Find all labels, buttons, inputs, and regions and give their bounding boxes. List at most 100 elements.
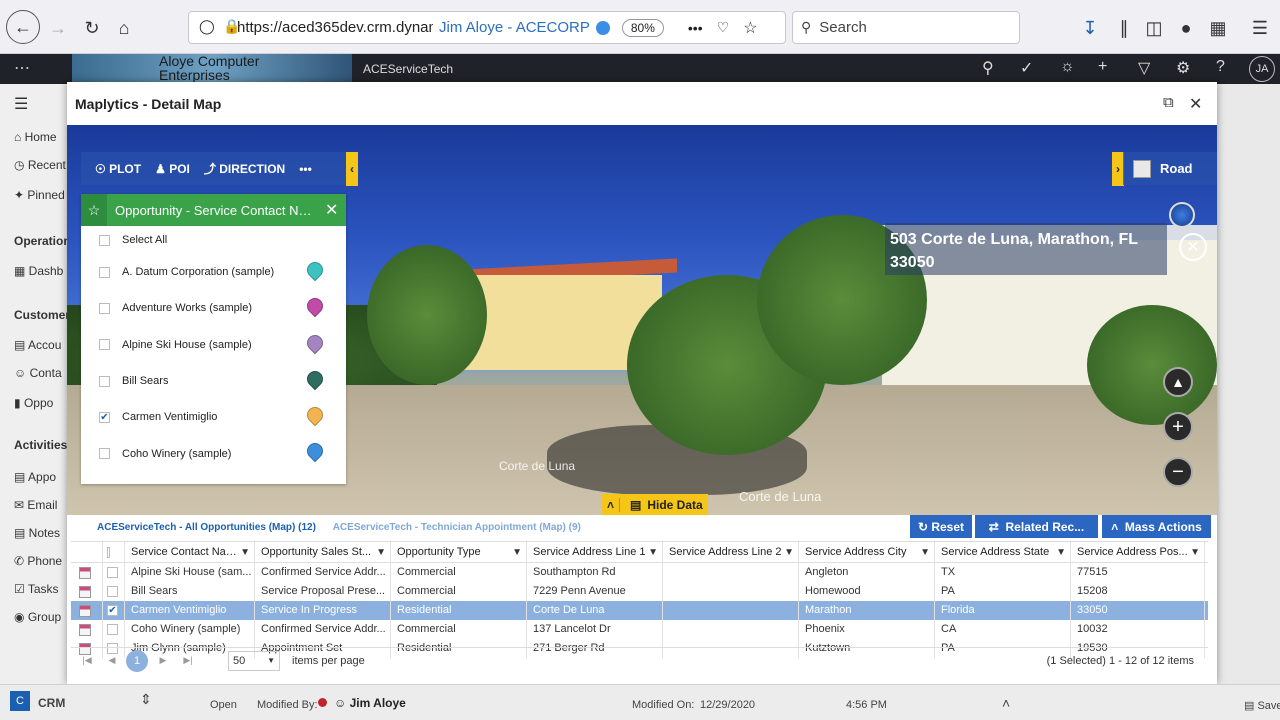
filter-icon[interactable]: ▼ bbox=[376, 542, 386, 562]
filter-icon[interactable]: ▽ bbox=[1138, 58, 1150, 78]
collapse-toolbar-button[interactable]: ‹ bbox=[346, 152, 358, 186]
avatar[interactable]: JA bbox=[1249, 56, 1275, 82]
legend-item-checkbox[interactable] bbox=[99, 339, 110, 351]
column-header[interactable]: Service Address Line 2 ▼ bbox=[663, 542, 799, 562]
row-checkbox[interactable]: ✔ bbox=[107, 605, 118, 616]
filter-icon[interactable]: ▼ bbox=[240, 542, 250, 562]
column-header[interactable]: Opportunity Type ▼ bbox=[391, 542, 527, 562]
gear-icon[interactable]: ⚙ bbox=[1176, 58, 1190, 78]
sidebar-item-tasks[interactable]: ☑ Tasks bbox=[14, 582, 59, 596]
sidebar-item-home[interactable]: ⌂ Home bbox=[14, 130, 57, 144]
app-launcher-icon[interactable]: ⋯ bbox=[14, 58, 30, 78]
legend-item[interactable]: Alpine Ski House (sample) bbox=[81, 327, 346, 363]
legend-item[interactable]: Adventure Works (sample) bbox=[81, 290, 346, 326]
column-header[interactable]: Service Address State ▼ bbox=[935, 542, 1071, 562]
filter-icon[interactable]: ▼ bbox=[512, 542, 522, 562]
zoom-out-button[interactable]: − bbox=[1163, 457, 1193, 487]
row-checkbox[interactable] bbox=[107, 586, 118, 597]
sidebar-toggle-icon[interactable]: ◫ bbox=[1140, 14, 1168, 42]
download-icon[interactable]: ↧ bbox=[1076, 14, 1104, 42]
record-icon[interactable] bbox=[79, 567, 91, 579]
close-streetside-button[interactable]: ✕ bbox=[1179, 233, 1207, 261]
page-size-select[interactable]: 50 ▼ bbox=[228, 650, 280, 671]
compass-icon[interactable]: ▲ bbox=[1163, 367, 1193, 397]
column-header[interactable]: Service Address Pos... ▼ bbox=[1071, 542, 1205, 562]
sidebar-item-appointments[interactable]: ▤ Appo bbox=[14, 470, 56, 484]
sidebar-item-dashboards[interactable]: ▦ Dashb bbox=[14, 264, 63, 278]
table-row[interactable]: Bill Sears Service Proposal Prese... Comme… bbox=[71, 582, 1208, 601]
sidebar-item-notes[interactable]: ▤ Notes bbox=[14, 526, 60, 540]
legend-item[interactable]: A. Datum Corporation (sample) bbox=[81, 254, 346, 290]
legend-item-checkbox[interactable] bbox=[99, 448, 110, 460]
zoom-in-button[interactable]: + bbox=[1163, 412, 1193, 442]
chevron-up-icon[interactable]: ˄ bbox=[1002, 695, 1010, 711]
modified-by-user[interactable]: ☺ Jim Aloye bbox=[334, 696, 406, 710]
sidebar-item-recent[interactable]: ◷ Recent bbox=[14, 158, 66, 172]
table-row[interactable]: ✔ Carmen Ventimiglio Service In Progress Re… bbox=[71, 601, 1208, 620]
help-icon[interactable]: ? bbox=[1216, 58, 1225, 76]
sidebar-item-pinned[interactable]: ✦ Pinned bbox=[14, 188, 65, 202]
sidebar-item-contacts[interactable]: ☺ Conta bbox=[14, 366, 62, 380]
filter-icon[interactable]: ▼ bbox=[1056, 542, 1066, 562]
home-icon[interactable]: ⌂ bbox=[110, 14, 138, 42]
first-page-icon[interactable]: |◀ bbox=[77, 651, 97, 671]
profile-icon[interactable]: ● bbox=[1172, 14, 1200, 42]
close-icon[interactable]: ✕ bbox=[325, 200, 338, 220]
globe-icon[interactable] bbox=[1169, 202, 1195, 228]
search-icon[interactable]: ⚲ bbox=[982, 58, 994, 78]
menu-icon[interactable]: ☰ bbox=[1246, 14, 1274, 42]
select-all-rows-checkbox[interactable] bbox=[107, 546, 110, 558]
table-row[interactable]: Coho Winery (sample) Confirmed Service Ad… bbox=[71, 620, 1208, 639]
column-header[interactable]: Opportunity Sales St... ▼ bbox=[255, 542, 391, 562]
table-row[interactable]: Alpine Ski House (sam... Confirmed Servic… bbox=[71, 563, 1208, 582]
forward-icon[interactable]: → bbox=[44, 14, 72, 42]
filter-icon[interactable]: ▼ bbox=[920, 542, 930, 562]
direction-button[interactable]: ⤴ DIRECTION bbox=[204, 160, 285, 177]
row-checkbox[interactable] bbox=[107, 567, 118, 578]
reload-icon[interactable]: ↻ bbox=[78, 14, 106, 42]
plot-button[interactable]: ☉ PLOT bbox=[95, 162, 141, 176]
sidebar-item-phone[interactable]: ✆ Phone bbox=[14, 554, 62, 568]
filter-icon[interactable]: ▼ bbox=[648, 542, 658, 562]
select-all-row[interactable]: Select All bbox=[81, 226, 346, 254]
legend-item[interactable]: Coho Winery (sample) bbox=[81, 435, 346, 471]
current-page[interactable]: 1 bbox=[126, 649, 148, 672]
sidebar-item-accounts[interactable]: ▤ Accou bbox=[14, 338, 61, 352]
pocket-icon[interactable]: ♡ bbox=[717, 19, 730, 36]
column-header[interactable]: Service Address Line 1 ▼ bbox=[527, 542, 663, 562]
library-icon[interactable]: ∥ bbox=[1110, 14, 1138, 42]
add-icon[interactable]: + bbox=[1098, 58, 1107, 76]
close-icon[interactable]: ✕ bbox=[1189, 94, 1202, 114]
star-icon[interactable]: ☆ bbox=[81, 194, 107, 226]
related-records-button[interactable]: ⇄ Related Rec... bbox=[975, 515, 1098, 538]
sidebar-item-opportunities[interactable]: ▮ Oppo bbox=[14, 396, 53, 410]
road-view-button[interactable]: Road bbox=[1123, 152, 1217, 185]
hamburger-icon[interactable]: ☰ bbox=[14, 94, 28, 114]
record-icon[interactable] bbox=[79, 624, 91, 636]
row-checkbox[interactable] bbox=[107, 624, 118, 635]
more-options-button[interactable]: ••• bbox=[299, 162, 312, 176]
record-icon[interactable] bbox=[79, 605, 91, 617]
legend-item[interactable]: ✔ Carmen Ventimiglio bbox=[81, 399, 346, 435]
filter-icon[interactable]: ▼ bbox=[1190, 542, 1200, 562]
browser-search[interactable]: ⚲ Search bbox=[792, 11, 1020, 44]
more-icon[interactable]: ••• bbox=[688, 20, 703, 36]
extensions-icon[interactable]: ▦ bbox=[1204, 14, 1232, 42]
poi-button[interactable]: ♟ POI bbox=[155, 162, 190, 176]
task-flow-icon[interactable]: ✓ bbox=[1020, 58, 1033, 78]
legend-item-checkbox[interactable] bbox=[99, 302, 110, 314]
next-page-icon[interactable]: ▶ bbox=[153, 651, 173, 671]
tab-technician-appointment[interactable]: ACEServiceTech - Technician Appointment … bbox=[333, 522, 581, 533]
legend-item-checkbox[interactable]: ✔ bbox=[99, 411, 110, 423]
back-icon[interactable]: ← bbox=[6, 10, 40, 44]
switch-area-icon[interactable]: ⇕ bbox=[140, 691, 152, 708]
sidebar-item-email[interactable]: ✉ Email bbox=[14, 498, 57, 512]
bookmark-star-icon[interactable]: ☆ bbox=[743, 18, 757, 38]
legend-item-checkbox[interactable] bbox=[99, 266, 110, 278]
legend-item-checkbox[interactable] bbox=[99, 375, 110, 387]
column-header[interactable]: Service Contact Nam... ▼ bbox=[125, 542, 255, 562]
address-bar[interactable]: ◯ 🔒 https://aced365dev.crm.dynamics.com … bbox=[188, 11, 786, 44]
legend-item[interactable]: Bill Sears bbox=[81, 363, 346, 399]
prev-page-icon[interactable]: ◀ bbox=[102, 651, 122, 671]
reset-button[interactable]: ↻ Reset bbox=[910, 515, 972, 538]
